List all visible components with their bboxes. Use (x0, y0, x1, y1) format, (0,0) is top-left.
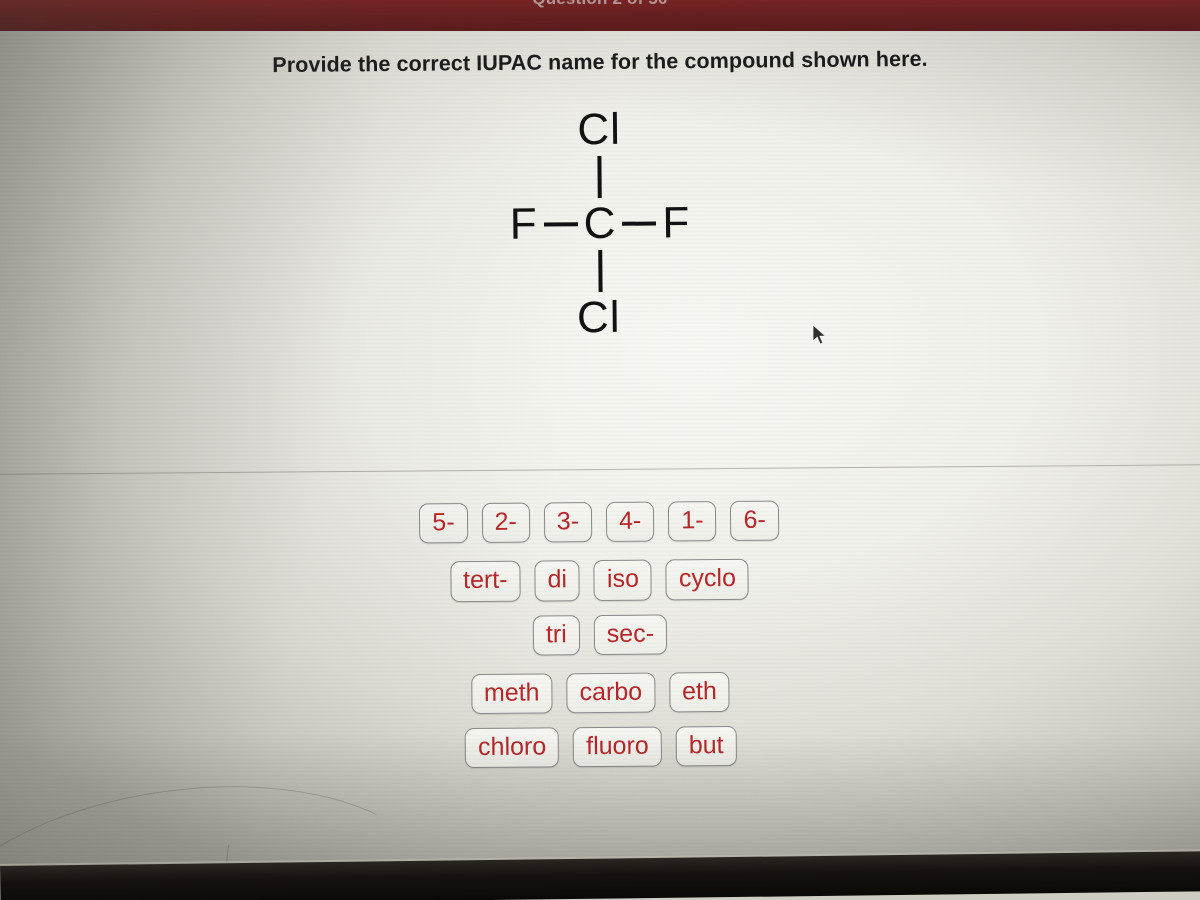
tile-row-halogens: chloro fluoro but (1, 722, 1200, 772)
tile-4[interactable]: 4- (605, 501, 655, 543)
tile-di[interactable]: di (534, 560, 581, 602)
tile-row-prefixes: tert- di iso cyclo (0, 556, 1200, 606)
tile-chloro[interactable]: chloro (464, 727, 560, 769)
tile-meth[interactable]: meth (470, 673, 553, 715)
tile-eth[interactable]: eth (668, 671, 731, 713)
bond-horizontal-right (622, 221, 657, 226)
tile-tri[interactable]: tri (532, 614, 580, 656)
tile-tert[interactable]: tert- (449, 560, 521, 602)
photograph-of-screen: Question 2 of 50 Provide the correct IUP… (0, 0, 1200, 900)
bond-vertical-top (597, 155, 602, 199)
question-banner: Question 2 of 50 (0, 0, 1200, 31)
tile-cyclo[interactable]: cyclo (665, 559, 750, 600)
tile-5[interactable]: 5- (419, 503, 468, 544)
tile-iso[interactable]: iso (593, 559, 653, 601)
screen-surface: Question 2 of 50 Provide the correct IUP… (0, 0, 1200, 872)
bond-horizontal-left (543, 222, 578, 227)
tile-fluoro[interactable]: fluoro (573, 726, 662, 768)
tile-2[interactable]: 2- (481, 502, 530, 544)
tile-1[interactable]: 1- (668, 501, 717, 542)
tile-sec[interactable]: sec- (593, 613, 668, 655)
tile-row-numbers: 5- 2- 3- 4- 1- 6- (0, 497, 1199, 547)
atom-label-right-fluorine: F (662, 198, 691, 248)
atom-label-left-fluorine: F (509, 199, 538, 249)
tile-row-multipliers: tri sec- (0, 610, 1200, 660)
structure-bottom-row: Cl (1, 291, 1200, 345)
atom-label-top-chlorine: Cl (577, 104, 622, 155)
tile-carbo[interactable]: carbo (566, 672, 656, 714)
atom-label-bottom-chlorine: Cl (576, 292, 621, 343)
answer-tile-pool[interactable]: 5- 2- 3- 4- 1- 6- tert- di iso cyclo tri… (0, 497, 1200, 786)
tile-3[interactable]: 3- (543, 502, 593, 543)
compound-structure: Cl F C F Cl (0, 103, 1200, 345)
question-counter: Question 2 of 50 (0, 0, 1200, 9)
slide-divider (0, 464, 1200, 475)
tile-but[interactable]: but (675, 725, 737, 767)
tile-6[interactable]: 6- (730, 500, 779, 542)
atom-label-center-carbon: C (583, 198, 617, 249)
question-prompt: Provide the correct IUPAC name for the c… (272, 46, 928, 78)
bond-vertical-bottom (598, 249, 603, 293)
tile-row-roots: meth carbo eth (0, 668, 1200, 718)
